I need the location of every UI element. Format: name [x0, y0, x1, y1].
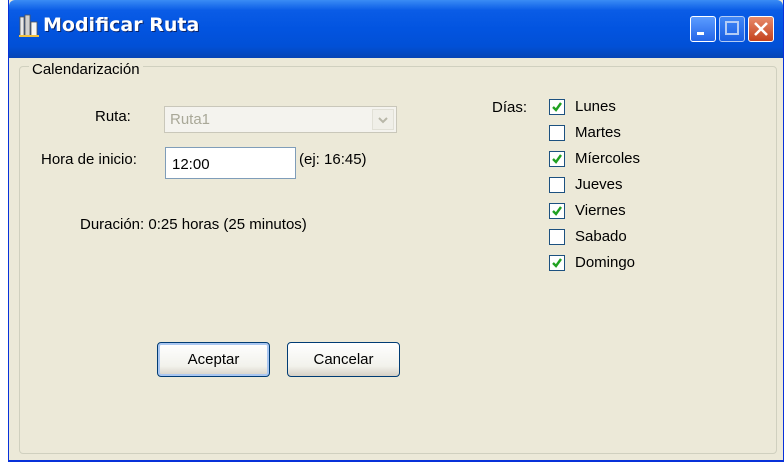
calendarizacion-group [19, 66, 777, 454]
duracion-text: Duración: 0:25 horas (25 minutos) [80, 216, 307, 233]
day-checkbox-label: Míercoles [575, 150, 641, 167]
close-button[interactable] [748, 16, 774, 42]
chevron-down-icon[interactable] [372, 109, 394, 130]
minimize-icon [697, 32, 704, 35]
day-checkbox[interactable] [549, 229, 565, 245]
close-icon [754, 22, 768, 36]
day-checkbox-label: Sabado [575, 228, 627, 245]
day-checkbox[interactable] [549, 125, 565, 141]
minimize-button[interactable] [690, 16, 716, 42]
aceptar-button[interactable]: Aceptar [157, 342, 270, 377]
checkmark-icon [552, 258, 562, 268]
checkmark-icon [552, 102, 562, 112]
hora-hint: (ej: 16:45) [299, 151, 367, 168]
checkmark-icon [552, 154, 562, 164]
day-checkbox-label: Jueves [575, 176, 623, 193]
dias-label: Días: [492, 99, 528, 116]
day-checkbox[interactable] [549, 99, 565, 115]
hora-inicio-label: Hora de inicio: [41, 151, 137, 168]
day-checkbox[interactable] [549, 203, 565, 219]
title-bar[interactable]: Modificar Ruta [9, 0, 783, 58]
checkmark-icon [552, 206, 562, 216]
maximize-icon [725, 21, 739, 35]
ruta-select-value: Ruta1 [170, 111, 211, 128]
ruta-label: Ruta: [95, 108, 131, 125]
group-legend: Calendarización [29, 61, 143, 78]
day-checkbox-label: Viernes [575, 202, 626, 219]
window-title: Modificar Ruta [43, 14, 200, 36]
hora-inicio-input[interactable]: 12:00 [165, 147, 296, 179]
day-checkbox-label: Domingo [575, 254, 636, 271]
cancelar-button[interactable]: Cancelar [287, 342, 400, 377]
day-checkbox[interactable] [549, 151, 565, 167]
dialog-window: Modificar Ruta Calendarización Ruta: Rut… [8, 0, 784, 462]
hora-inicio-value: 12:00 [172, 156, 210, 173]
day-checkbox-label: Lunes [575, 98, 616, 115]
day-checkbox[interactable] [549, 177, 565, 193]
maximize-button[interactable] [719, 16, 745, 42]
day-checkbox-label: Martes [575, 124, 621, 141]
app-icon [19, 14, 39, 37]
day-checkbox[interactable] [549, 255, 565, 271]
ruta-select[interactable]: Ruta1 [164, 106, 397, 133]
